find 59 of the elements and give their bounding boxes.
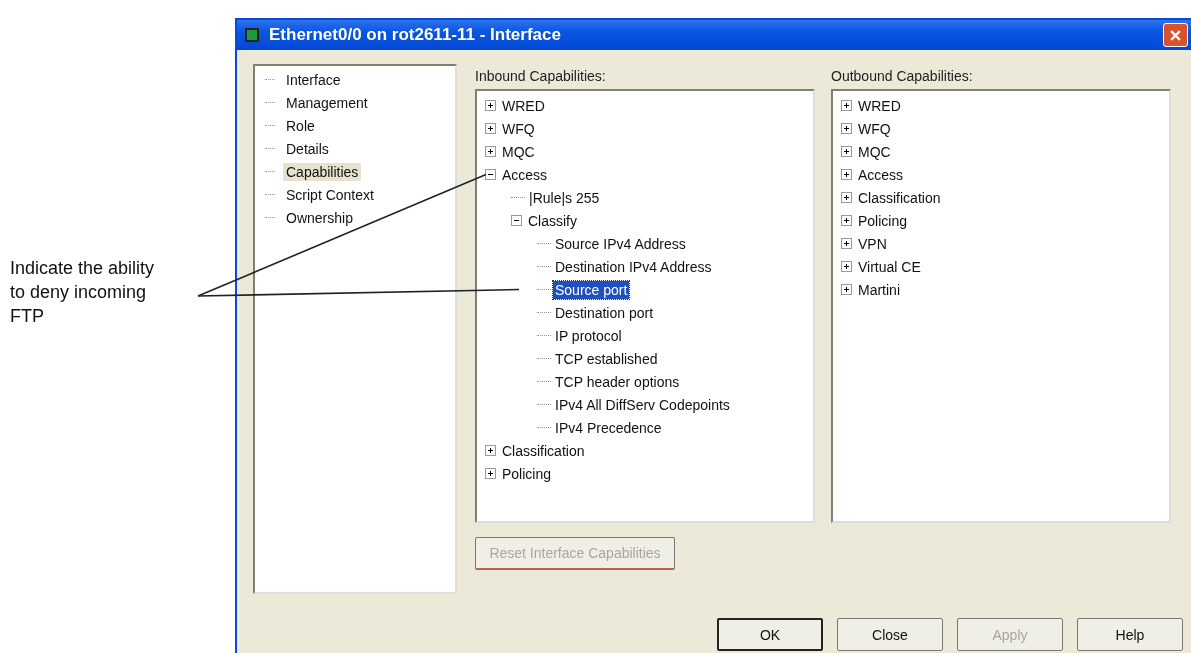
close-icon (1169, 28, 1182, 42)
tree-item[interactable]: Destination port (553, 303, 656, 322)
tree-item[interactable]: WRED (500, 96, 547, 115)
tree-item[interactable]: Classification (856, 188, 943, 207)
expand-icon[interactable] (485, 146, 496, 157)
tree-item[interactable]: Policing (500, 464, 554, 483)
expand-icon[interactable] (485, 445, 496, 456)
tree-item[interactable]: |Rule|s 255 (527, 188, 602, 207)
tree-item[interactable]: Classify (526, 211, 579, 230)
nav-item[interactable]: Role (283, 116, 318, 135)
tree-item[interactable]: Source IPv4 Address (553, 234, 688, 253)
expand-icon[interactable] (485, 468, 496, 479)
expand-icon[interactable] (841, 146, 852, 157)
tree-item[interactable]: TCP established (553, 349, 660, 368)
nav-item[interactable]: Script Context (283, 185, 377, 204)
tree-item[interactable]: Source port (553, 280, 630, 299)
outbound-label: Outbound Capabilities: (831, 67, 974, 86)
tree-item[interactable]: Policing (856, 211, 910, 230)
collapse-icon[interactable] (511, 215, 522, 226)
tree-item[interactable]: Destination IPv4 Address (553, 257, 714, 276)
dialog-button[interactable]: OK (717, 618, 823, 651)
dialog-button[interactable]: Close (837, 618, 943, 651)
window-title: Ethernet0/0 on rot2611-11 - Interface (269, 25, 562, 45)
tree-item[interactable]: TCP header options (553, 372, 682, 391)
expand-icon[interactable] (841, 215, 852, 226)
tree-item[interactable]: WRED (856, 96, 903, 115)
expand-icon[interactable] (841, 284, 852, 295)
expand-icon[interactable] (841, 192, 852, 203)
dialog-button[interactable]: Help (1077, 618, 1183, 651)
tree-item[interactable]: IP protocol (553, 326, 624, 345)
nav-item[interactable]: Ownership (283, 208, 356, 227)
collapse-icon[interactable] (485, 169, 496, 180)
tree-item[interactable]: MQC (500, 142, 537, 161)
expand-icon[interactable] (841, 238, 852, 249)
tree-item[interactable]: Access (500, 165, 550, 184)
tree-item[interactable]: WFQ (856, 119, 893, 138)
expand-icon[interactable] (841, 123, 852, 134)
tree-item[interactable]: Martini (856, 280, 902, 299)
tree-item[interactable]: IPv4 All DiffServ Codepoints (553, 395, 732, 414)
inbound-label: Inbound Capabilities: (475, 67, 607, 86)
tree-item[interactable]: Virtual CE (856, 257, 923, 276)
nav-item[interactable]: Management (283, 93, 371, 112)
annotation-text: Indicate the ability to deny incoming FTP (10, 257, 156, 328)
nav-item[interactable]: Capabilities (283, 162, 362, 181)
tree-item[interactable]: VPN (856, 234, 889, 253)
tree-item[interactable]: Access (856, 165, 906, 184)
tree-item[interactable]: MQC (856, 142, 893, 161)
expand-icon[interactable] (841, 100, 852, 111)
nav-item[interactable]: Details (283, 139, 332, 158)
expand-icon[interactable] (841, 261, 852, 272)
tree-item[interactable]: IPv4 Precedence (553, 418, 664, 437)
expand-icon[interactable] (841, 169, 852, 180)
nav-item[interactable]: Interface (283, 70, 344, 89)
expand-icon[interactable] (485, 123, 496, 134)
app-icon (245, 28, 259, 42)
expand-icon[interactable] (485, 100, 496, 111)
close-button[interactable] (1163, 23, 1188, 47)
tree-item[interactable]: Classification (500, 441, 587, 460)
tree-item[interactable]: WFQ (500, 119, 537, 138)
